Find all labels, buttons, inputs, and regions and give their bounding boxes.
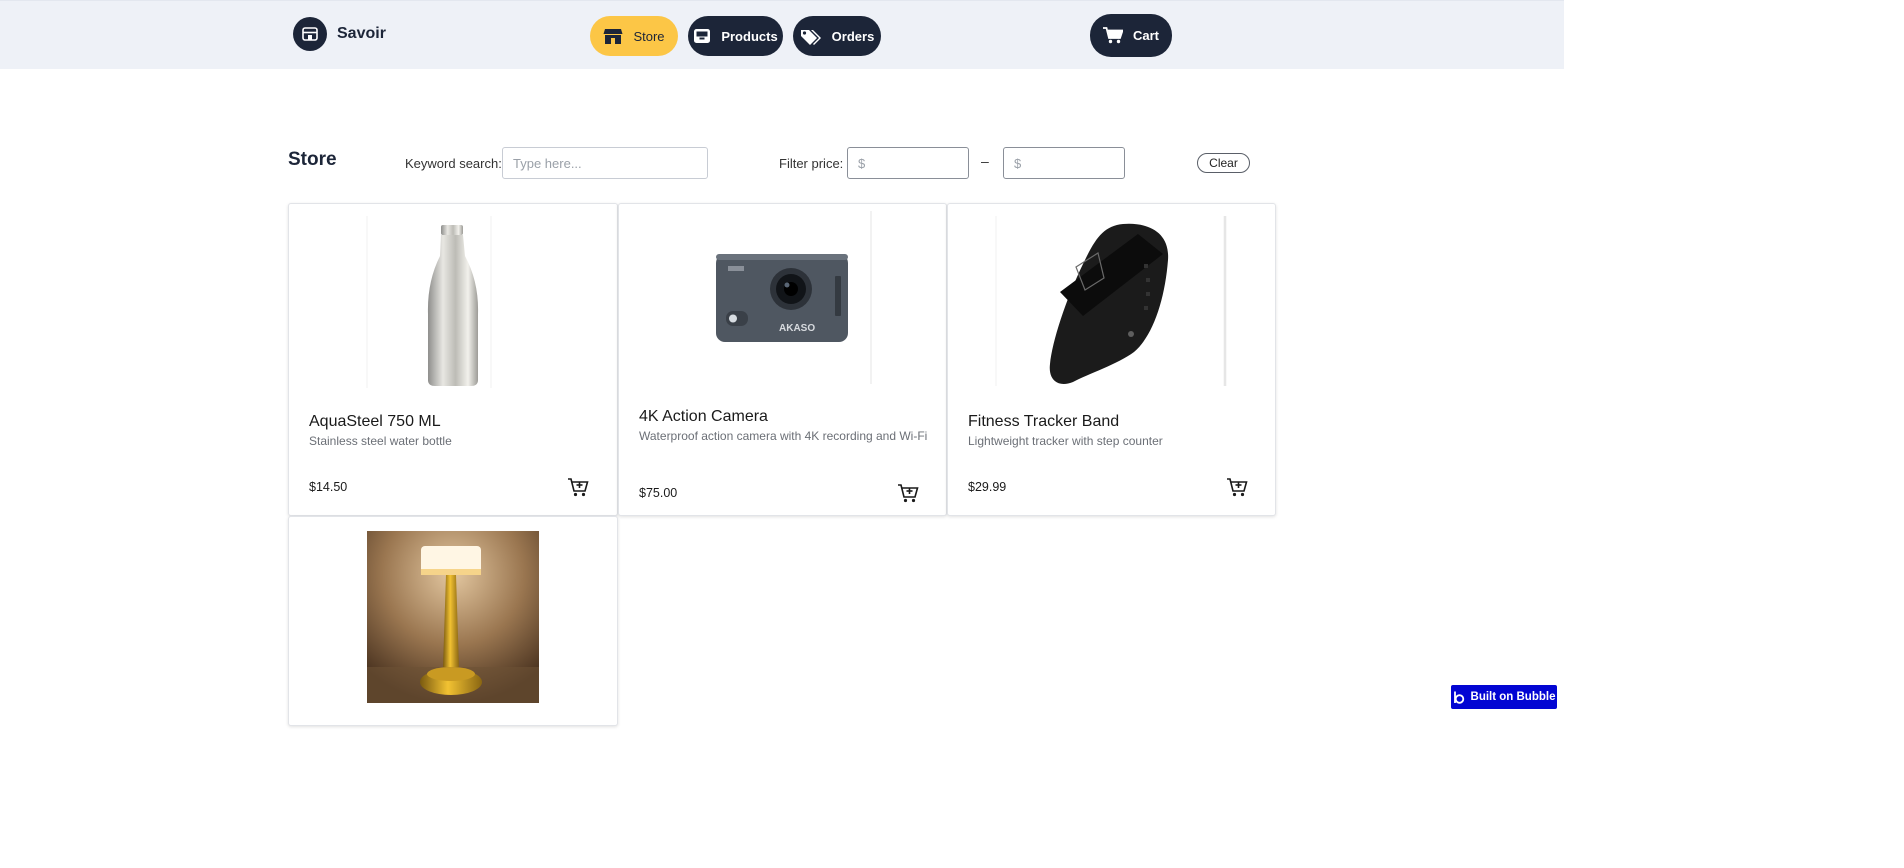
nav-orders-label: Orders [831, 28, 875, 44]
store-logo-icon [293, 17, 327, 51]
product-description: Stainless steel water bottle [309, 434, 452, 448]
product-description: Lightweight tracker with step counter [968, 434, 1163, 448]
page-title: Store [288, 149, 337, 170]
product-image-brand-text: AKASO [779, 323, 815, 334]
keyword-search-input[interactable] [502, 147, 708, 179]
built-on-bubble-badge[interactable]: Built on Bubble [1451, 685, 1557, 709]
nav-products-label: Products [721, 28, 778, 44]
clear-filters-button[interactable]: Clear [1197, 153, 1250, 173]
cart-label: Cart [1132, 28, 1159, 43]
brand-name: Savoir [337, 25, 386, 42]
keyword-search-label: Keyword search: [405, 156, 502, 171]
product-price: $29.99 [968, 480, 1007, 494]
product-image [289, 517, 617, 717]
nav-orders-button[interactable]: Orders [793, 16, 881, 56]
filter-price-label: Filter price: [779, 156, 844, 171]
cart-icon [1102, 27, 1123, 44]
built-on-bubble-label: Built on Bubble [1470, 691, 1556, 703]
product-name: 4K Action Camera [639, 408, 768, 425]
product-image: AKASO [619, 204, 946, 404]
brand[interactable]: Savoir [293, 17, 386, 51]
inbox-icon [693, 28, 711, 44]
product-card[interactable]: Fitness Tracker Band Lightweight tracker… [947, 203, 1276, 516]
max-price-input[interactable] [1003, 147, 1125, 179]
cart-button[interactable]: Cart [1090, 14, 1172, 57]
product-card[interactable]: AKASO 4K Action Camera Waterproof action… [618, 203, 947, 516]
add-to-cart-icon[interactable] [897, 482, 919, 504]
product-price: $75.00 [639, 486, 678, 500]
product-card[interactable] [288, 516, 618, 726]
add-to-cart-icon[interactable] [1226, 476, 1248, 498]
bubble-logo-icon [1453, 691, 1465, 704]
nav-products-button[interactable]: Products [688, 16, 783, 56]
nav-store-label: Store [633, 28, 665, 44]
nav-store-button[interactable]: Store [590, 16, 678, 56]
tags-icon [800, 28, 822, 45]
min-price-input[interactable] [847, 147, 969, 179]
store-icon [603, 28, 623, 45]
add-to-cart-icon[interactable] [567, 476, 589, 498]
product-description: Waterproof action camera with 4K recordi… [639, 429, 928, 443]
price-range-dash: – [981, 153, 989, 169]
top-navbar: Savoir Store Products Orders Cart [0, 0, 1564, 69]
product-name: Fitness Tracker Band [968, 413, 1120, 430]
product-price: $14.50 [309, 480, 348, 494]
product-card[interactable]: AquaSteel 750 ML Stainless steel water b… [288, 203, 618, 516]
product-image [948, 204, 1275, 404]
product-image [289, 204, 617, 404]
product-name: AquaSteel 750 ML [309, 413, 441, 430]
